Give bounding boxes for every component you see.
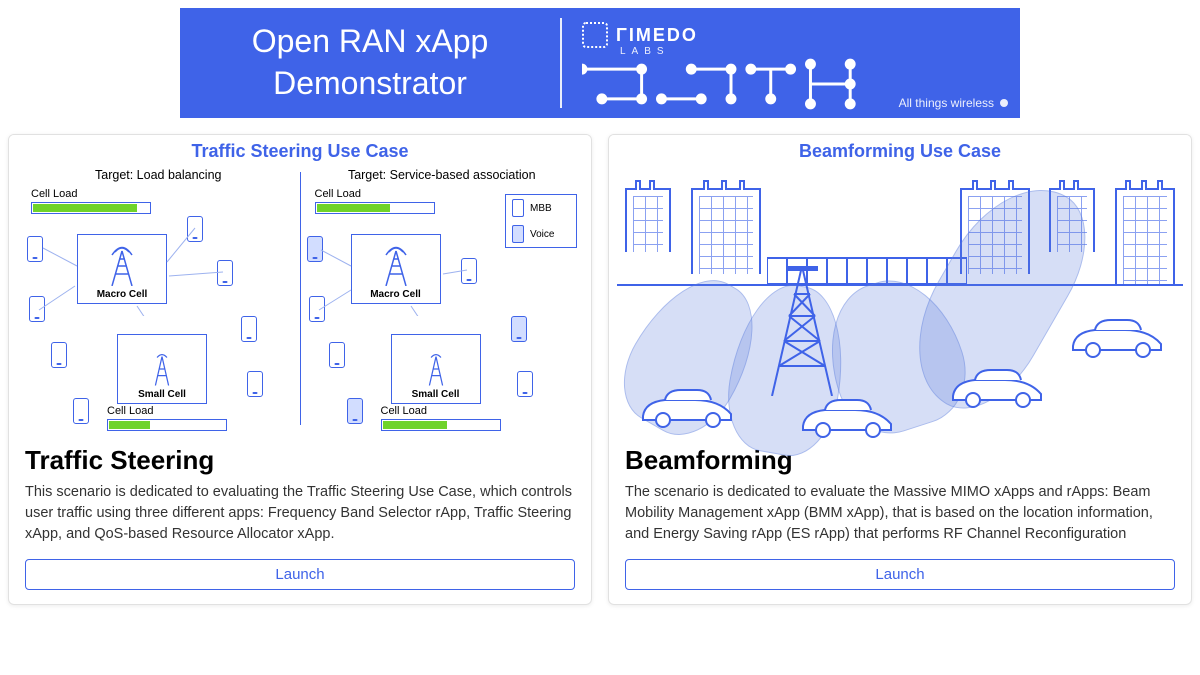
traffic-figure: Traffic Steering Use Case Target: Load b… — [9, 135, 591, 435]
app-title-line1: Open RAN xApp — [200, 21, 540, 63]
small-load-bar — [381, 419, 501, 431]
legend-voice: Voice — [506, 221, 576, 247]
logo-subtext: LABS — [620, 46, 670, 57]
ts-legend: MBB Voice — [505, 194, 577, 248]
ts-target-left: Target: Load balancing — [21, 168, 296, 182]
app-title: Open RAN xApp Demonstrator — [180, 21, 560, 104]
car-icon — [797, 396, 897, 443]
car-icon — [637, 386, 737, 433]
antenna-icon — [105, 246, 139, 289]
launch-button-beam[interactable]: Launch — [625, 559, 1175, 590]
card-beamforming: Beamforming Use Case — [608, 134, 1192, 605]
ue-phone-icon — [29, 296, 45, 322]
card-title-traffic: Traffic Steering — [25, 445, 575, 476]
car-icon — [1067, 316, 1167, 363]
macro-cell-box: Macro Cell — [351, 234, 441, 304]
ue-phone-icon — [461, 258, 477, 284]
ue-phone-icon — [217, 260, 233, 286]
card-traffic-steering: Traffic Steering Use Case Target: Load b… — [8, 134, 592, 605]
ts-target-right: Target: Service-based association — [305, 168, 580, 182]
ue-phone-icon — [187, 216, 203, 242]
traffic-figure-title: Traffic Steering Use Case — [191, 141, 408, 162]
header-banner: Open RAN xApp Demonstrator ΓIMEDO LABS — [180, 8, 1020, 118]
small-cell-box: Small Cell — [117, 334, 207, 404]
car-icon — [947, 366, 1047, 413]
ue-phone-icon — [73, 398, 89, 424]
tagline-text: All things wireless — [899, 96, 994, 110]
macro-cell-label: Macro Cell — [97, 289, 148, 300]
banner-pattern-icon — [582, 58, 880, 110]
ue-phone-icon — [309, 296, 325, 322]
ue-phone-icon — [511, 316, 527, 342]
tagline-dot-icon — [1000, 99, 1008, 107]
ue-phone-icon — [247, 371, 263, 397]
small-load-bar — [107, 419, 227, 431]
banner-tagline: All things wireless — [899, 96, 1008, 110]
launch-button-traffic[interactable]: Launch — [25, 559, 575, 590]
traffic-scenario-load-balancing: Target: Load balancing Cell Load Macro C… — [17, 166, 300, 435]
ue-phone-icon — [517, 371, 533, 397]
cell-load-label: Cell Load — [381, 405, 501, 417]
app-title-line2: Demonstrator — [200, 63, 540, 105]
cards-row: Traffic Steering Use Case Target: Load b… — [0, 134, 1200, 605]
cell-load-label: Cell Load — [31, 188, 296, 200]
beam-figure-title: Beamforming Use Case — [799, 141, 1001, 162]
ue-phone-icon — [329, 342, 345, 368]
logo-text: ΓIMEDO — [616, 25, 698, 46]
traffic-scenario-service-based: Target: Service-based association Cell L… — [301, 166, 584, 435]
small-cell-box: Small Cell — [391, 334, 481, 404]
macro-load-bar — [31, 202, 151, 214]
antenna-icon — [422, 352, 450, 389]
ue-phone-icon — [347, 398, 363, 424]
card-title-beam: Beamforming — [625, 445, 1175, 476]
rimedo-logo: ΓIMEDO — [582, 22, 698, 48]
macro-cell-label: Macro Cell — [370, 289, 421, 300]
banner-logo-area: ΓIMEDO LABS All t — [562, 8, 1020, 118]
cell-load-label: Cell Load — [107, 405, 227, 417]
card-desc-beam: The scenario is dedicated to evaluate th… — [625, 482, 1175, 545]
logo-mark-icon — [582, 22, 608, 48]
macro-load-bar — [315, 202, 435, 214]
ue-phone-icon — [27, 236, 43, 262]
ue-phone-icon — [307, 236, 323, 262]
ue-phone-icon — [51, 342, 67, 368]
antenna-icon — [148, 352, 176, 389]
tower-icon — [757, 266, 847, 401]
macro-cell-box: Macro Cell — [77, 234, 167, 304]
antenna-icon — [379, 246, 413, 289]
card-desc-traffic: This scenario is dedicated to evaluating… — [25, 482, 575, 545]
legend-mbb: MBB — [506, 195, 576, 221]
beam-figure: Beamforming Use Case — [609, 135, 1191, 435]
ue-phone-icon — [241, 316, 257, 342]
